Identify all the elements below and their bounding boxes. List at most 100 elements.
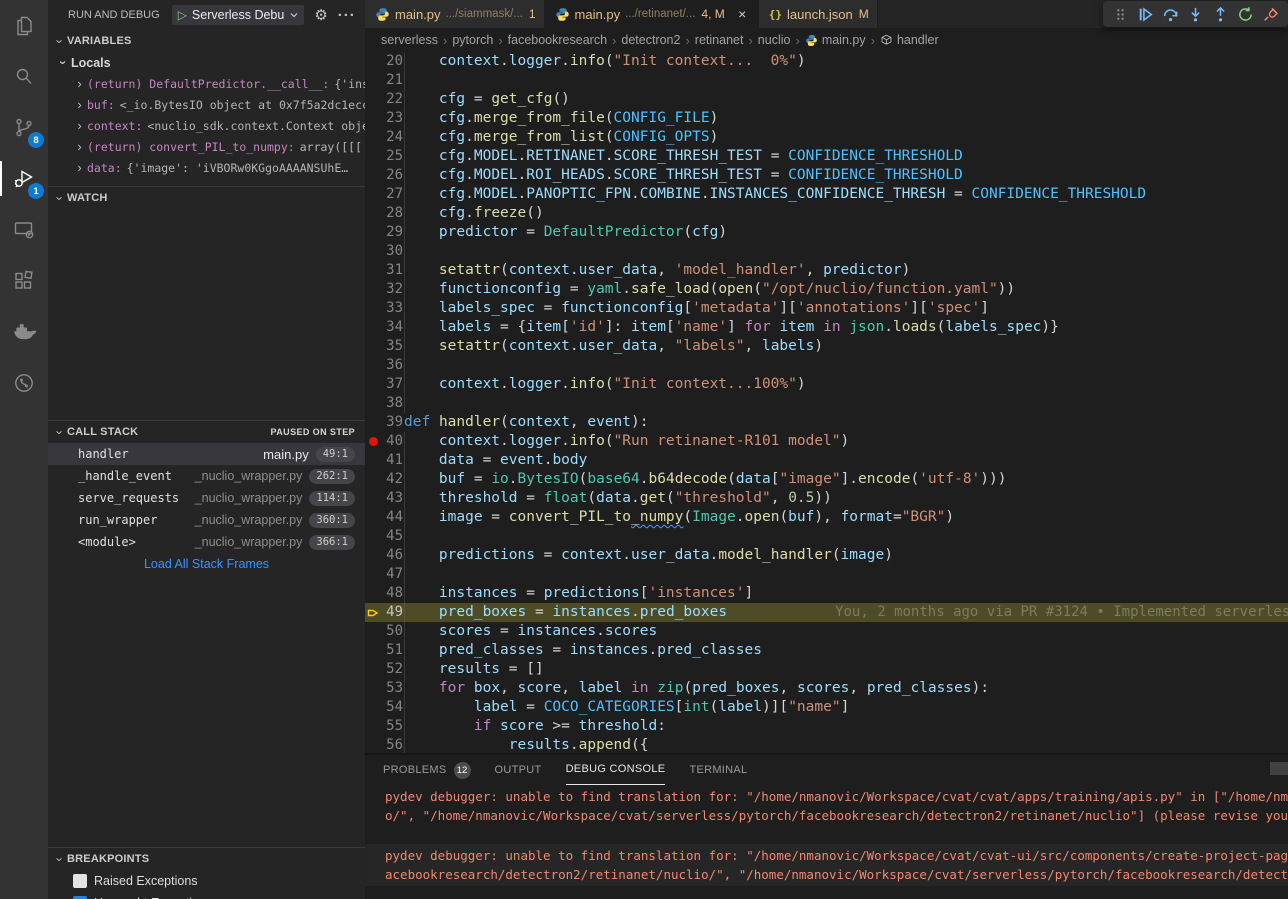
breakpoint-icon[interactable]: [369, 437, 378, 446]
breakpoint-gutter[interactable]: [365, 261, 381, 280]
tab-debug-console[interactable]: DEBUG CONSOLE: [566, 756, 666, 785]
breakpoints-section-header[interactable]: › BREAKPOINTS: [48, 847, 365, 870]
sidebar-item-explorer[interactable]: [0, 0, 48, 51]
breakpoint-gutter[interactable]: [365, 432, 381, 451]
stack-frame-row[interactable]: _handle_event_nuclio_wrapper.py262:1: [48, 465, 365, 487]
breakpoint-gutter[interactable]: [365, 451, 381, 470]
breadcrumb-item[interactable]: retinanet: [695, 33, 744, 47]
breakpoint-gutter[interactable]: [365, 318, 381, 337]
breakpoint-gutter[interactable]: [365, 204, 381, 223]
code-line[interactable]: 50 scores = instances.scores: [365, 622, 1288, 641]
variable-row[interactable]: ›data:{'image': 'iVBORw0KGgoAAAANSUhE…: [48, 157, 365, 178]
breakpoint-gutter[interactable]: [365, 128, 381, 147]
breakpoint-gutter[interactable]: [365, 413, 381, 432]
breakpoint-gutter[interactable]: [365, 185, 381, 204]
code-line[interactable]: 26 cfg.MODEL.ROI_HEADS.SCORE_THRESH_TEST…: [365, 166, 1288, 185]
variables-section-header[interactable]: › VARIABLES: [48, 30, 365, 52]
code-line[interactable]: 25 cfg.MODEL.RETINANET.SCORE_THRESH_TEST…: [365, 147, 1288, 166]
variable-row[interactable]: ›(return) DefaultPredictor.__call__:{'in…: [48, 73, 365, 94]
sidebar-item-remote-explorer[interactable]: [0, 204, 48, 255]
expand-icon[interactable]: ›: [72, 97, 87, 112]
sidebar-item-extensions[interactable]: [0, 255, 48, 306]
expand-icon[interactable]: ›: [72, 118, 87, 133]
breadcrumb-item[interactable]: nuclio: [758, 33, 791, 47]
variable-row[interactable]: ›context:<nuclio_sdk.context.Context obj…: [48, 115, 365, 136]
breakpoint-gutter[interactable]: [365, 223, 381, 242]
breadcrumb-item[interactable]: serverless: [381, 33, 438, 47]
launch-config-dropdown[interactable]: ▷ Serverless Debu: [172, 5, 305, 25]
breakpoint-gutter[interactable]: [365, 394, 381, 413]
breadcrumb-item[interactable]: handler: [880, 33, 939, 47]
code-line[interactable]: 20 context.logger.info("Init context... …: [365, 52, 1288, 71]
breakpoint-gutter[interactable]: [365, 242, 381, 261]
stack-frame-row[interactable]: handlermain.py49:1: [48, 443, 365, 465]
breadcrumb-item[interactable]: main.py: [805, 33, 866, 47]
breakpoint-gutter[interactable]: [365, 337, 381, 356]
tab-launch.json[interactable]: {}launch.jsonM: [759, 0, 878, 28]
breakpoint-gutter[interactable]: [365, 375, 381, 394]
step-into-button[interactable]: [1183, 2, 1208, 26]
code-line[interactable]: 54 label = COCO_CATEGORIES[int(label)]["…: [365, 698, 1288, 717]
step-out-button[interactable]: [1208, 2, 1233, 26]
breakpoint-gutter[interactable]: [365, 280, 381, 299]
code-line[interactable]: 45: [365, 527, 1288, 546]
code-line[interactable]: 36: [365, 356, 1288, 375]
breakpoint-gutter[interactable]: [365, 584, 381, 603]
breakpoint-gutter[interactable]: [365, 679, 381, 698]
stack-frame-row[interactable]: <module>_nuclio_wrapper.py366:1: [48, 531, 365, 553]
code-line[interactable]: 51 pred_classes = instances.pred_classes: [365, 641, 1288, 660]
code-line[interactable]: 39def handler(context, event):: [365, 413, 1288, 432]
tab-main.py[interactable]: main.py.../retinanet/...4, M×: [545, 0, 759, 28]
breadcrumb-item[interactable]: pytorch: [452, 33, 493, 47]
breakpoint-gutter[interactable]: [365, 622, 381, 641]
debug-console-output[interactable]: pydev debugger: unable to find translati…: [365, 787, 1288, 899]
breakpoint-gutter[interactable]: [365, 527, 381, 546]
expand-icon[interactable]: ›: [72, 160, 87, 175]
close-icon[interactable]: ×: [735, 6, 750, 22]
disconnect-button[interactable]: [1258, 2, 1283, 26]
expand-icon[interactable]: ›: [72, 76, 87, 91]
start-debug-icon[interactable]: ▷: [178, 8, 187, 22]
tab-main.py[interactable]: main.py.../siammask/...1: [365, 0, 545, 28]
sidebar-item-docker[interactable]: [0, 306, 48, 357]
variable-row[interactable]: ›(return) convert_PIL_to_numpy:array([[[…: [48, 136, 365, 157]
code-line[interactable]: 41 data = event.body: [365, 451, 1288, 470]
tab-terminal[interactable]: TERMINAL: [689, 756, 747, 785]
breakpoint-gutter[interactable]: [365, 698, 381, 717]
panel-scrollbar[interactable]: [1270, 762, 1288, 775]
breakpoint-gutter[interactable]: [365, 565, 381, 584]
expand-icon[interactable]: ›: [72, 139, 87, 154]
breakpoint-gutter[interactable]: [365, 603, 381, 622]
breakpoint-gutter[interactable]: [365, 489, 381, 508]
breakpoint-gutter[interactable]: [365, 90, 381, 109]
toolbar-drag-grip[interactable]: [1108, 2, 1133, 26]
sidebar-item-source-control[interactable]: 8: [0, 102, 48, 153]
breakpoint-gutter[interactable]: [365, 166, 381, 185]
code-line[interactable]: 49 pred_boxes = instances.pred_boxesYou,…: [365, 603, 1288, 622]
code-line[interactable]: 52 results = []: [365, 660, 1288, 679]
breakpoint-row[interactable]: ✓Uncaught Exceptions: [48, 892, 365, 899]
breadcrumb-item[interactable]: facebookresearch: [508, 33, 607, 47]
code-line[interactable]: 40 context.logger.info("Run retinanet-R1…: [365, 432, 1288, 451]
breakpoint-row[interactable]: Raised Exceptions: [48, 870, 365, 892]
stack-frame-row[interactable]: serve_requests_nuclio_wrapper.py114:1: [48, 487, 365, 509]
breakpoint-gutter[interactable]: [365, 52, 381, 71]
code-area[interactable]: 20 context.logger.info("Init context... …: [365, 52, 1288, 755]
code-line[interactable]: 34 labels = {item['id']: item['name'] fo…: [365, 318, 1288, 337]
load-all-stack-frames-link[interactable]: Load All Stack Frames: [48, 553, 365, 575]
code-line[interactable]: 23 cfg.merge_from_file(CONFIG_FILE): [365, 109, 1288, 128]
tab-problems[interactable]: PROBLEMS 12: [383, 756, 471, 785]
breakpoint-gutter[interactable]: [365, 109, 381, 128]
code-line[interactable]: 35 setattr(context.user_data, "labels", …: [365, 337, 1288, 356]
continue-button[interactable]: [1133, 2, 1158, 26]
code-line[interactable]: 46 predictions = context.user_data.model…: [365, 546, 1288, 565]
breakpoint-gutter[interactable]: [365, 508, 381, 527]
code-line[interactable]: 48 instances = predictions['instances']: [365, 584, 1288, 603]
code-line[interactable]: 33 labels_spec = functionconfig['metadat…: [365, 299, 1288, 318]
code-line[interactable]: 43 threshold = float(data.get("threshold…: [365, 489, 1288, 508]
code-line[interactable]: 21: [365, 71, 1288, 90]
sidebar-item-run-and-debug[interactable]: 1: [0, 153, 48, 204]
breakpoint-gutter[interactable]: [365, 660, 381, 679]
code-line[interactable]: 22 cfg = get_cfg(): [365, 90, 1288, 109]
code-line[interactable]: 27 cfg.MODEL.PANOPTIC_FPN.COMBINE.INSTAN…: [365, 185, 1288, 204]
